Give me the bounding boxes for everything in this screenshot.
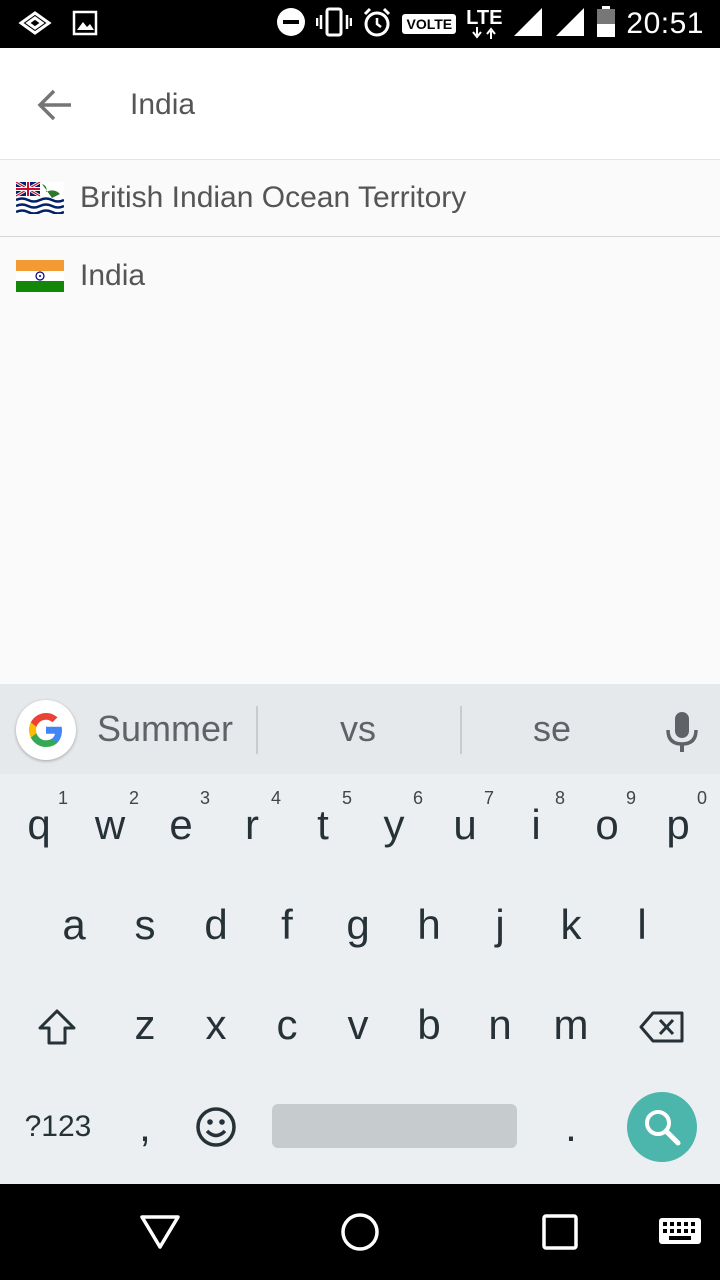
shift-icon — [38, 1009, 76, 1045]
emoji-key[interactable] — [181, 1082, 251, 1172]
signal-icon — [554, 6, 586, 43]
key-p[interactable]: p0 — [643, 780, 713, 870]
image-icon — [72, 10, 98, 41]
shift-key[interactable] — [20, 982, 94, 1072]
key-l[interactable]: l — [607, 880, 677, 970]
google-icon — [29, 713, 62, 747]
nav-back-icon — [140, 1215, 180, 1249]
key-c[interactable]: c — [252, 980, 322, 1070]
google-button[interactable] — [16, 700, 76, 760]
british-indian-ocean-territory-flag — [16, 182, 64, 214]
list-item-label: India — [80, 258, 146, 292]
mic-button[interactable] — [662, 710, 702, 754]
key-r[interactable]: r4 — [217, 780, 287, 870]
keyboard-icon — [659, 1218, 701, 1244]
home-nav-button[interactable] — [336, 1208, 384, 1256]
key-f[interactable]: f — [252, 880, 322, 970]
key-m[interactable]: m — [536, 980, 606, 1070]
backspace-icon — [639, 1011, 684, 1043]
india-flag — [16, 259, 64, 292]
list-item[interactable]: India — [0, 237, 720, 314]
key-v[interactable]: v — [323, 980, 393, 1070]
nav-home-icon — [341, 1213, 379, 1251]
cast-icon — [18, 10, 52, 41]
arrow-back-icon — [37, 89, 71, 121]
key-a[interactable]: a — [39, 880, 109, 970]
key-o[interactable]: o9 — [572, 780, 642, 870]
vibrate-icon — [316, 7, 353, 42]
search-input[interactable] — [130, 78, 690, 132]
key-h[interactable]: h — [394, 880, 464, 970]
key-n[interactable]: n — [465, 980, 535, 1070]
dnd-icon — [276, 7, 306, 42]
key-q[interactable]: q1 — [4, 780, 74, 870]
search-icon — [645, 1110, 681, 1146]
search-header — [0, 48, 720, 160]
symbols-key[interactable]: ?123 — [16, 1082, 100, 1172]
list-item[interactable]: British Indian Ocean Territory — [0, 160, 720, 237]
key-b[interactable]: b — [394, 980, 464, 1070]
suggestion-2[interactable]: vs — [258, 708, 458, 750]
clock: 20:51 — [626, 7, 704, 40]
key-i[interactable]: i8 — [501, 780, 571, 870]
key-w[interactable]: w2 — [75, 780, 145, 870]
mic-icon — [666, 712, 698, 752]
key-u[interactable]: u7 — [430, 780, 500, 870]
suggestion-3[interactable]: se — [462, 708, 642, 750]
key-k[interactable]: k — [536, 880, 606, 970]
key-t[interactable]: t5 — [288, 780, 358, 870]
key-y[interactable]: y6 — [359, 780, 429, 870]
navigation-bar — [0, 1184, 720, 1280]
lte-indicator: LTE — [466, 7, 503, 39]
key-e[interactable]: e3 — [146, 780, 216, 870]
results-list: British Indian Ocean Territory India — [0, 160, 720, 314]
emoji-icon — [196, 1107, 236, 1147]
key-d[interactable]: d — [181, 880, 251, 970]
battery-icon — [596, 5, 616, 43]
keyboard: Summer vs se q1 w2 e3 r4 t5 y6 u7 i8 o9 … — [0, 684, 720, 1184]
alarm-icon — [362, 7, 392, 42]
key-s[interactable]: s — [110, 880, 180, 970]
space-bar[interactable] — [272, 1104, 517, 1148]
suggestion-1[interactable]: Summer — [90, 708, 240, 750]
comma-key[interactable]: , — [110, 1082, 180, 1172]
status-bar: VOLTE LTE 20:51 — [0, 0, 720, 48]
nav-recents-icon — [542, 1214, 578, 1250]
volte-badge: VOLTE — [402, 14, 457, 34]
period-key[interactable]: . — [536, 1082, 606, 1172]
signal-icon — [512, 6, 544, 43]
backspace-key[interactable] — [622, 982, 702, 1072]
key-j[interactable]: j — [465, 880, 535, 970]
key-z[interactable]: z — [110, 980, 180, 1070]
back-button[interactable] — [30, 80, 80, 130]
search-action-button[interactable] — [627, 1092, 697, 1162]
recents-nav-button[interactable] — [536, 1208, 584, 1256]
suggestion-bar: Summer vs se — [0, 684, 720, 774]
keyboard-switch-button[interactable] — [656, 1208, 704, 1256]
back-nav-button[interactable] — [136, 1208, 184, 1256]
list-item-label: British Indian Ocean Territory — [80, 181, 467, 214]
lte-label: LTE — [466, 7, 503, 29]
key-g[interactable]: g — [323, 880, 393, 970]
key-x[interactable]: x — [181, 980, 251, 1070]
